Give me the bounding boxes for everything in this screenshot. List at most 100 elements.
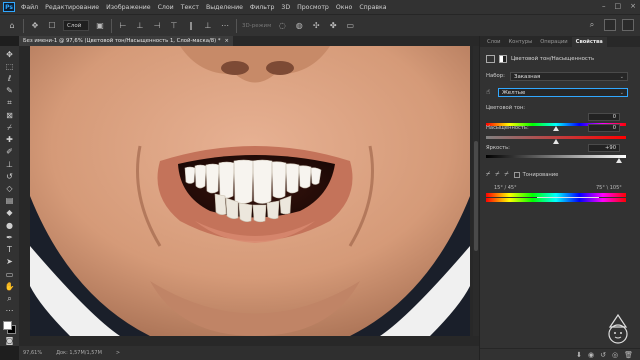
colorize-checkbox[interactable]: Тонирование: [513, 171, 558, 178]
quick-select-icon[interactable]: ✎: [4, 87, 16, 96]
align-right-icon[interactable]: ⊣: [151, 20, 163, 32]
dodge-icon[interactable]: ●: [4, 221, 16, 230]
visibility-icon[interactable]: ◎: [612, 351, 618, 359]
pen-icon[interactable]: ✒: [4, 233, 16, 242]
menu-3d[interactable]: 3D: [281, 4, 290, 11]
hue-slider-knob[interactable]: [553, 126, 559, 131]
brush-icon[interactable]: ✐: [4, 148, 16, 157]
close-window-icon[interactable]: ×: [630, 2, 636, 10]
hue-value-field[interactable]: 0: [588, 113, 620, 121]
share-icon[interactable]: [622, 19, 634, 31]
align-center-icon[interactable]: ⊥: [134, 20, 146, 32]
menu-type[interactable]: Текст: [181, 4, 199, 11]
menu-edit[interactable]: Редактирование: [45, 4, 99, 11]
hand-icon[interactable]: ✋: [4, 282, 16, 291]
colorize-checkbox-box[interactable]: [513, 171, 520, 178]
menu-image[interactable]: Изображение: [106, 4, 151, 11]
status-bar: 97,61% Док: 1,57M/1,57M >: [19, 346, 479, 360]
type-icon[interactable]: T: [4, 246, 16, 255]
reset-icon[interactable]: ↺: [600, 351, 606, 359]
menu-select[interactable]: Выделение: [206, 4, 243, 11]
more-icon[interactable]: ⋯: [4, 307, 16, 316]
eyedropper-minus-icon[interactable]: ⌿: [504, 170, 508, 179]
slide-3d-icon[interactable]: ✤: [327, 20, 339, 32]
saturation-slider-knob[interactable]: [553, 139, 559, 144]
path-select-icon[interactable]: ➤: [4, 258, 16, 267]
lightness-value-field[interactable]: +90: [588, 144, 620, 152]
home-icon[interactable]: ⌂: [6, 20, 18, 32]
align-middle-icon[interactable]: ‖: [185, 20, 197, 32]
align-left-icon[interactable]: ⊢: [117, 20, 129, 32]
document-tab[interactable]: Без имени-1 @ 97,6% (Цветовой тон/Насыще…: [19, 36, 233, 46]
properties-header: Цветовой тон/Насыщенность: [480, 47, 640, 67]
lasso-icon[interactable]: ℓ: [4, 74, 16, 83]
rectangle-icon[interactable]: ▭: [4, 270, 16, 279]
mask-icon[interactable]: [499, 55, 507, 63]
marquee-icon[interactable]: ⬚: [4, 62, 16, 71]
tab-properties[interactable]: Свойства: [571, 37, 607, 47]
gradient-icon[interactable]: ▤: [4, 197, 16, 206]
scale-3d-icon[interactable]: ▭: [344, 20, 356, 32]
lightness-slider-track[interactable]: [486, 155, 626, 158]
tab-paths[interactable]: Контуры: [504, 37, 536, 47]
workspace-icon[interactable]: [604, 19, 616, 31]
blur-icon[interactable]: ◆: [4, 209, 16, 218]
foreground-color-swatch[interactable]: [2, 320, 12, 330]
healing-icon[interactable]: ✚: [4, 136, 16, 145]
properties-panel: Слои Контуры Операции Свойства Цветовой …: [479, 36, 640, 360]
color-swatches[interactable]: [2, 320, 17, 334]
maximize-icon[interactable]: □: [615, 2, 622, 10]
preset-dropdown[interactable]: Заказная ⌄: [510, 72, 628, 81]
close-tab-icon[interactable]: ×: [225, 38, 229, 44]
history-brush-icon[interactable]: ↺: [4, 172, 16, 181]
zoom-level[interactable]: 97,61%: [23, 350, 42, 356]
crop-icon[interactable]: ⌗: [4, 99, 16, 108]
stamp-icon[interactable]: ⊥: [4, 160, 16, 169]
clip-to-layer-icon[interactable]: ⬇: [576, 351, 582, 359]
range-right-values: 75° \ 105°: [596, 185, 622, 191]
canvas-area[interactable]: [19, 46, 479, 346]
drag-3d-icon[interactable]: ✣: [310, 20, 322, 32]
transform-controls-icon[interactable]: ▣: [94, 20, 106, 32]
roll-3d-icon[interactable]: ◍: [293, 20, 305, 32]
targeted-adjust-icon[interactable]: ☝: [486, 88, 490, 96]
options-right: ⌕: [586, 19, 634, 31]
zoom-icon[interactable]: ⌕: [4, 294, 16, 303]
move-icon[interactable]: ✥: [4, 50, 16, 59]
scrollbar-thumb[interactable]: [474, 141, 478, 251]
range-left-values: 15° / 45°: [494, 185, 517, 191]
auto-select-checkbox-icon[interactable]: ☐: [46, 20, 58, 32]
tab-actions[interactable]: Операции: [536, 37, 571, 47]
status-menu-arrow[interactable]: >: [116, 350, 120, 356]
view-previous-icon[interactable]: ◉: [588, 351, 594, 359]
align-top-icon[interactable]: ⊤: [168, 20, 180, 32]
frame-icon[interactable]: ⊠: [4, 111, 16, 120]
document-canvas[interactable]: [30, 46, 470, 336]
lightness-slider-knob[interactable]: [616, 158, 622, 163]
trash-icon[interactable]: 🗑: [624, 351, 633, 359]
channel-dropdown[interactable]: Желтые ⌄: [498, 88, 628, 97]
menu-window[interactable]: Окно: [336, 4, 352, 11]
eyedropper-icon[interactable]: ⌿: [486, 170, 490, 179]
menu-filter[interactable]: Фильтр: [250, 4, 274, 11]
photoshop-logo: Ps: [3, 2, 15, 12]
menu-file[interactable]: Файл: [21, 4, 38, 11]
channel-watermark-logo: [608, 313, 628, 344]
menu-help[interactable]: Справка: [359, 4, 386, 11]
eyedropper-plus-icon[interactable]: ⌿: [495, 170, 499, 179]
eraser-icon[interactable]: ◇: [4, 184, 16, 193]
saturation-value-field[interactable]: 0: [588, 124, 620, 132]
tab-layers[interactable]: Слои: [483, 37, 504, 47]
search-icon[interactable]: ⌕: [586, 19, 598, 31]
distribute-icon[interactable]: ⋯: [219, 20, 231, 32]
menu-layers[interactable]: Слои: [158, 4, 174, 11]
align-bottom-icon[interactable]: ⊥: [202, 20, 214, 32]
quick-mask-icon[interactable]: ◙: [4, 337, 16, 346]
eyedropper-icon[interactable]: ⌿: [4, 123, 16, 132]
orbit-3d-icon[interactable]: ◌: [276, 20, 288, 32]
minimize-icon[interactable]: –: [602, 2, 606, 10]
saturation-label: Насыщенность:: [486, 125, 529, 131]
move-tool-icon[interactable]: ✥: [29, 20, 41, 32]
menu-view[interactable]: Просмотр: [297, 4, 329, 11]
auto-select-mode-select[interactable]: Слой: [63, 20, 89, 31]
